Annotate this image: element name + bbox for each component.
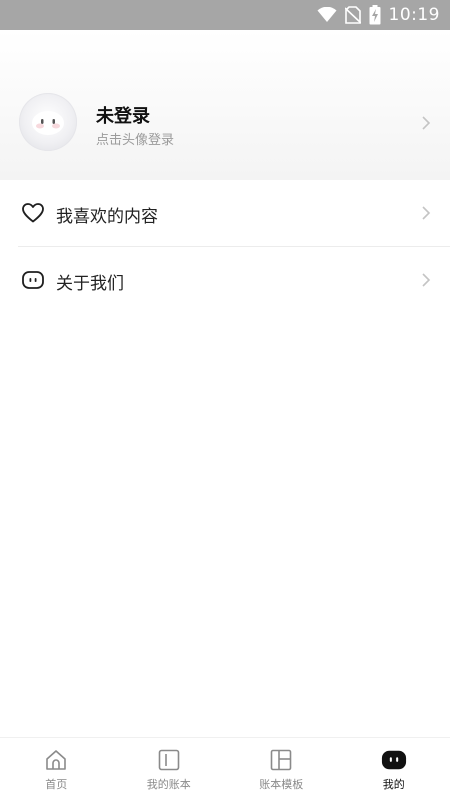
ledger-icon: [156, 747, 182, 773]
chevron-right-icon: [422, 206, 431, 220]
status-time: 10:19: [388, 5, 440, 25]
robot-face-icon: [381, 747, 407, 773]
nav-item-home[interactable]: 首页: [0, 738, 113, 800]
battery-charging-icon: [369, 5, 381, 25]
nav-label: 我的账本: [146, 778, 191, 791]
avatar-placeholder-icon: [32, 111, 64, 135]
bottom-nav: 首页 我的账本 账本模板 我的: [0, 737, 450, 800]
menu-item-favorites[interactable]: 我喜欢的内容: [0, 180, 450, 246]
nav-item-ledger[interactable]: 我的账本: [113, 738, 226, 800]
login-status: 未登录: [96, 106, 150, 127]
no-sim-icon: [344, 6, 361, 24]
nav-label: 账本模板: [259, 778, 304, 791]
nav-item-templates[interactable]: 账本模板: [225, 738, 338, 800]
chevron-right-icon: [422, 116, 431, 130]
heart-icon: [22, 203, 44, 223]
chevron-right-icon: [422, 273, 431, 287]
login-hint: 点击头像登录: [96, 133, 175, 148]
template-icon: [268, 747, 294, 773]
menu-item-about[interactable]: 关于我们: [0, 247, 450, 313]
menu-item-label: 我喜欢的内容: [56, 207, 158, 227]
nav-label: 首页: [45, 778, 68, 791]
status-bar: 10:19: [0, 0, 450, 30]
robot-face-icon: [22, 271, 44, 289]
wifi-icon: [317, 7, 337, 23]
profile-header[interactable]: 未登录 点击头像登录: [0, 30, 450, 180]
menu-item-label: 关于我们: [56, 274, 124, 294]
home-icon: [43, 747, 69, 773]
nav-label: 我的: [382, 778, 405, 791]
nav-item-mine[interactable]: 我的: [338, 738, 450, 800]
avatar[interactable]: [19, 93, 77, 151]
